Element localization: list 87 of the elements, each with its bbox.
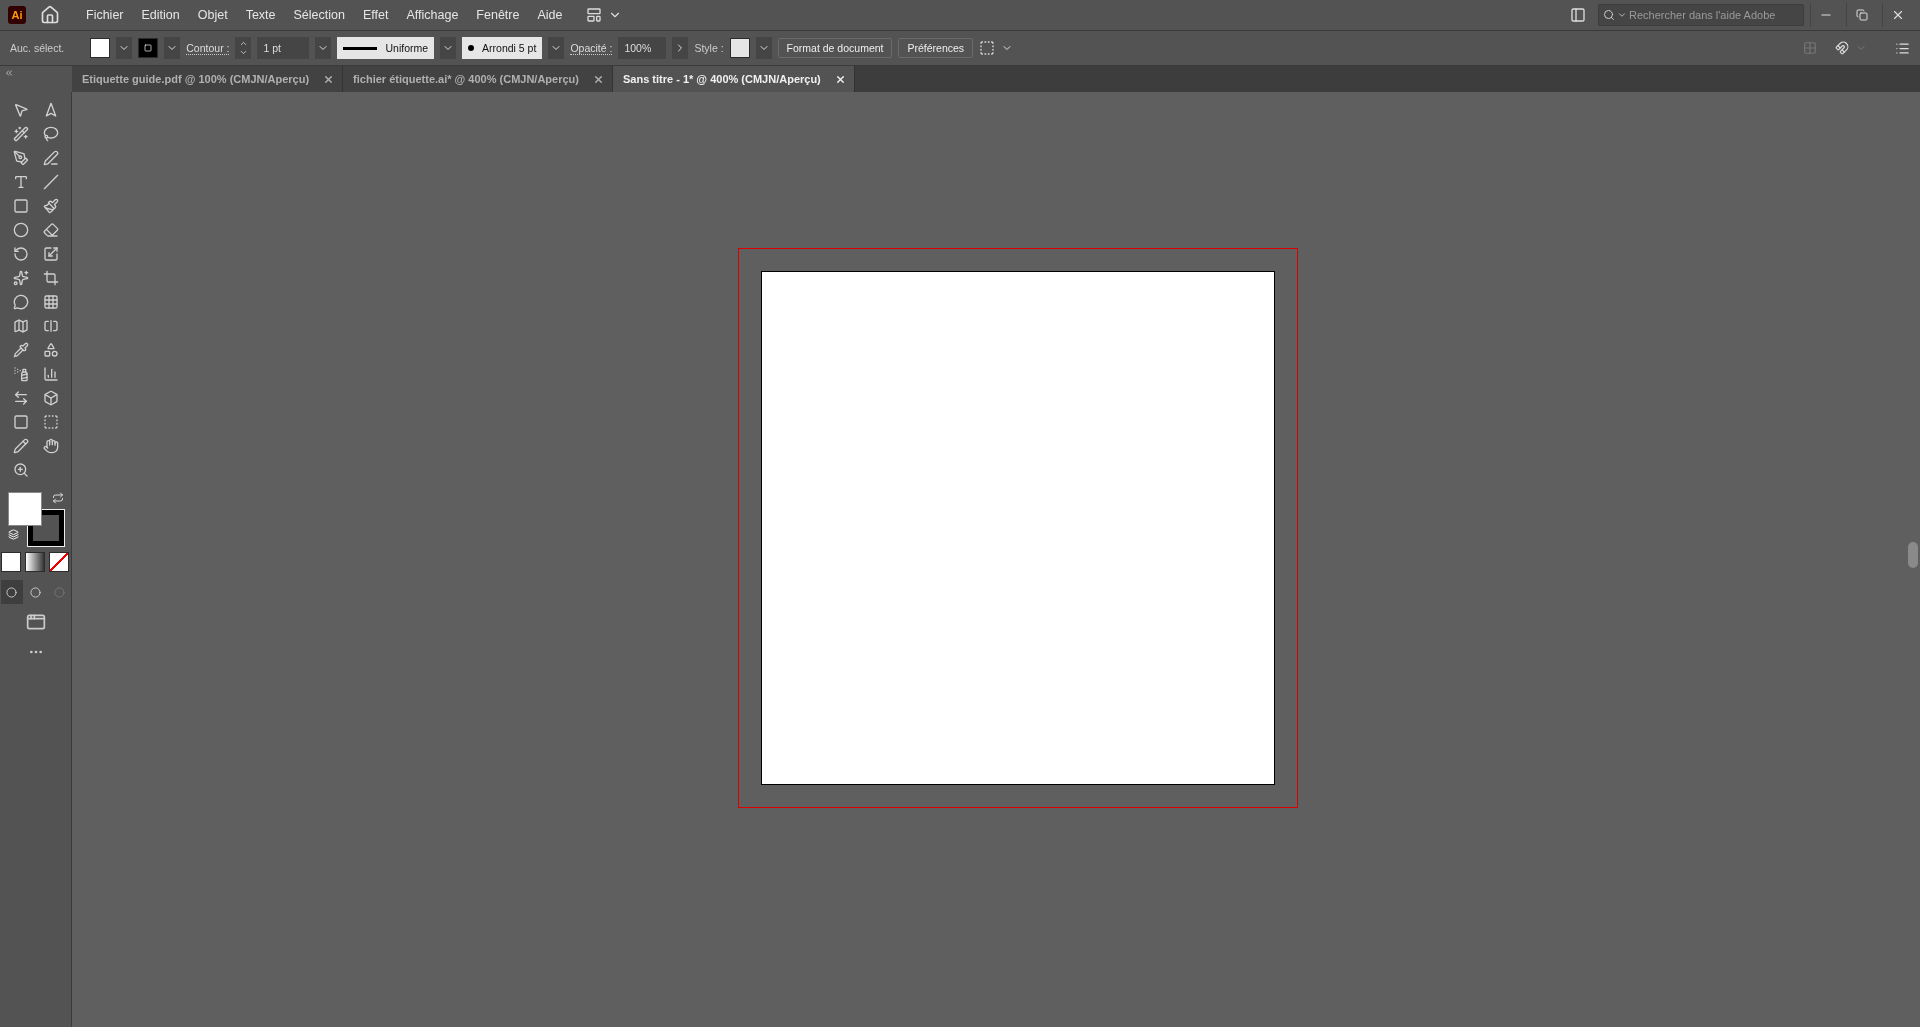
pencil-icon	[12, 438, 29, 454]
eyedropper-icon	[12, 342, 29, 358]
style-swatch[interactable]	[729, 38, 750, 58]
none-mode-swatch[interactable]	[48, 552, 69, 572]
swap-icon[interactable]	[51, 492, 64, 504]
dot-icon	[468, 45, 475, 51]
pen-icon	[12, 150, 29, 166]
close-icon[interactable]	[834, 73, 846, 85]
menu-item[interactable]: Fenêtre	[470, 8, 526, 22]
cube-icon	[42, 390, 59, 406]
search-field[interactable]: Rechercher dans l'aide Adobe	[1629, 9, 1785, 21]
search-box[interactable]: Rechercher dans l'aide Adobe	[1598, 4, 1804, 26]
stroke-profile-dropdown[interactable]	[440, 37, 457, 59]
home-icon[interactable]	[40, 5, 60, 25]
tab-title: fichier étiquette.ai* @ 400% (CMJN/Aperçu)	[353, 73, 579, 85]
collapse-icon[interactable]	[4, 68, 14, 78]
opacity-label[interactable]: Opacité :	[570, 41, 613, 55]
paintbrush-icon	[42, 198, 59, 214]
rotate-icon	[12, 246, 29, 262]
speech-bubble-icon	[12, 294, 29, 310]
arrows-icon	[12, 390, 29, 406]
workspace-layout-icon[interactable]	[586, 7, 603, 23]
hand-icon	[42, 438, 59, 454]
menu-item[interactable]: Texte	[239, 8, 282, 22]
zoom-icon	[12, 462, 29, 478]
fill-swatch[interactable]	[90, 38, 111, 58]
menu-item[interactable]: Fichier	[80, 8, 130, 22]
shape-builder-icon	[42, 342, 59, 358]
menu-item[interactable]: Aide	[531, 8, 569, 22]
snap-icon[interactable]	[1835, 41, 1849, 55]
up-caret-icon	[239, 39, 248, 48]
type-icon	[12, 174, 29, 190]
square-icon	[144, 44, 153, 52]
menu-item[interactable]: Edition	[135, 8, 186, 22]
tab-title: Sans titre - 1* @ 400% (CMJN/Aperçu)	[623, 73, 821, 85]
close-icon[interactable]	[323, 73, 335, 85]
stroke-weight-dropdown[interactable]	[315, 37, 332, 59]
color-mode-swatch[interactable]	[0, 552, 21, 572]
toolbar-button[interactable]: Préférences	[898, 38, 974, 58]
caret-icon[interactable]	[1617, 10, 1627, 20]
document-tab[interactable]: Sans titre - 1* @ 400% (CMJN/Aperçu)	[613, 66, 855, 92]
eraser-icon	[42, 222, 59, 238]
stroke-line-icon	[343, 46, 378, 50]
circle-icon	[6, 586, 17, 598]
stroke-weight-field[interactable]: 1 pt	[257, 37, 310, 59]
menu-item[interactable]: Objet	[191, 8, 234, 22]
selection-label: Auc. sélect.	[10, 42, 65, 54]
scale-icon	[42, 246, 59, 262]
lasso-icon	[42, 126, 59, 142]
bar-chart-icon	[42, 366, 59, 382]
scrollbar-thumb[interactable]	[1908, 542, 1918, 568]
document-tab[interactable]: Etiquette guide.pdf @ 100% (CMJN/Aperçu)	[72, 66, 344, 92]
tab-title: Etiquette guide.pdf @ 100% (CMJN/Aperçu)	[82, 73, 310, 85]
rectangle-icon	[12, 198, 29, 214]
opacity-field[interactable]: 100%	[618, 37, 667, 59]
stroke-swatch[interactable]	[138, 38, 159, 58]
style-label: Style :	[694, 42, 724, 54]
app-logo[interactable]: Ai	[8, 6, 26, 24]
close-icon[interactable]	[593, 73, 604, 85]
spray-can-icon	[12, 366, 29, 382]
menu-item[interactable]: Affichage	[400, 8, 465, 22]
stroke-dropdown[interactable]	[164, 37, 181, 59]
fill-color-swatch[interactable]	[7, 492, 42, 526]
line-icon	[42, 174, 59, 190]
gradient-mode-swatch[interactable]	[24, 552, 45, 572]
menu-icon[interactable]	[1895, 40, 1910, 56]
menu-item[interactable]: Sélection	[287, 8, 351, 22]
selection-arrow-icon	[12, 102, 29, 118]
panel-icon[interactable]	[1570, 7, 1586, 23]
brush-dropdown[interactable]	[548, 37, 565, 59]
fill-dropdown[interactable]	[116, 37, 133, 59]
search-icon[interactable]	[1603, 9, 1615, 21]
circle-icon	[30, 586, 41, 598]
document-tab[interactable]: fichier étiquette.ai* @ 400% (CMJN/Aperçu)	[343, 66, 613, 92]
style-dropdown[interactable]	[755, 37, 772, 59]
circle-icon	[54, 586, 65, 598]
down-caret-icon	[239, 48, 248, 57]
magic-wand-icon	[12, 126, 29, 142]
stroke-label[interactable]: Contour :	[186, 41, 230, 55]
toolbar-button[interactable]: Format de document	[777, 38, 893, 58]
screen-mode-icon[interactable]	[25, 612, 46, 632]
draw-mode-button[interactable]	[0, 580, 23, 604]
restore-icon	[1855, 9, 1868, 21]
stroke-profile-field[interactable]: Uniforme	[337, 37, 435, 59]
brush-field[interactable]: Arrondi 5 pt	[462, 37, 543, 59]
menu-item[interactable]: Effet	[356, 8, 395, 22]
stepper[interactable]	[235, 37, 252, 59]
